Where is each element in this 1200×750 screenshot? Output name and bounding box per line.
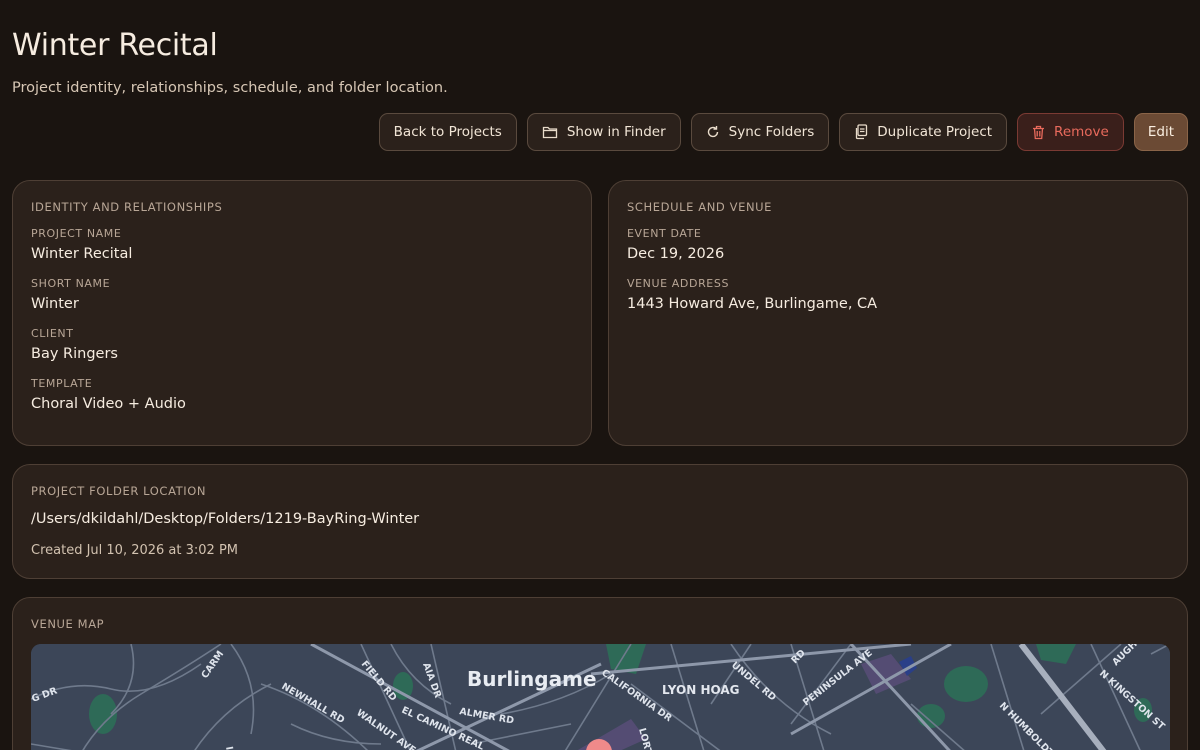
template-value: Choral Video + Audio (31, 396, 186, 412)
client-label: CLIENT (31, 327, 74, 340)
schedule-heading: SCHEDULE AND VENUE (627, 200, 773, 214)
page-title: Winter Recital (12, 28, 218, 63)
duplicate-icon (854, 124, 868, 140)
created-timestamp: Created Jul 10, 2026 at 3:02 PM (31, 543, 238, 558)
duplicate-project-button[interactable]: Duplicate Project (839, 113, 1008, 151)
event-date-label: EVENT DATE (627, 227, 702, 240)
back-to-projects-label: Back to Projects (393, 124, 502, 140)
duplicate-project-label: Duplicate Project (877, 124, 993, 140)
folder-card: PROJECT FOLDER LOCATION /Users/dkildahl/… (12, 464, 1188, 579)
template-label: TEMPLATE (31, 377, 93, 390)
edit-button[interactable]: Edit (1133, 113, 1188, 151)
folder-heading: PROJECT FOLDER LOCATION (31, 484, 207, 498)
remove-button[interactable]: Remove (1017, 113, 1124, 151)
folder-path: /Users/dkildahl/Desktop/Folders/1219-Bay… (31, 511, 420, 527)
venue-map-heading: VENUE MAP (31, 617, 105, 631)
project-detail-page: Winter Recital Project identity, relatio… (0, 0, 1200, 750)
venue-map-card: VENUE MAP CARM FIELD RD AIA DR NEWHALL R… (12, 597, 1188, 750)
action-toolbar: Back to Projects Show in Finder Sync Fol… (378, 113, 1188, 151)
client-value: Bay Ringers (31, 346, 118, 362)
venue-map[interactable]: CARM FIELD RD AIA DR NEWHALL RD WALNUT A… (31, 644, 1170, 750)
sync-folders-label: Sync Folders (728, 124, 815, 140)
show-in-finder-button[interactable]: Show in Finder (526, 113, 681, 151)
sync-folders-button[interactable]: Sync Folders (690, 113, 830, 151)
map-poi-label: LYON HOAG (662, 683, 740, 697)
identity-heading: IDENTITY AND RELATIONSHIPS (31, 200, 223, 214)
identity-card: IDENTITY AND RELATIONSHIPS PROJECT NAME … (12, 180, 592, 446)
short-name-value: Winter (31, 296, 79, 312)
schedule-card: SCHEDULE AND VENUE EVENT DATE Dec 19, 20… (608, 180, 1188, 446)
short-name-label: SHORT NAME (31, 277, 111, 290)
back-to-projects-button[interactable]: Back to Projects (378, 113, 517, 151)
map-canvas: CARM FIELD RD AIA DR NEWHALL RD WALNUT A… (31, 644, 1170, 750)
folder-icon (542, 125, 558, 139)
remove-label: Remove (1054, 124, 1109, 140)
event-date-value: Dec 19, 2026 (627, 246, 725, 262)
edit-label: Edit (1147, 124, 1174, 140)
venue-address-value: 1443 Howard Ave, Burlingame, CA (627, 296, 878, 312)
show-in-finder-label: Show in Finder (566, 124, 666, 140)
page-subtitle: Project identity, relationships, schedul… (12, 80, 448, 96)
project-name-label: PROJECT NAME (31, 227, 122, 240)
street-label-ir: IR (223, 746, 236, 750)
trash-icon (1032, 125, 1045, 140)
venue-address-label: VENUE ADDRESS (627, 277, 730, 290)
refresh-icon (706, 125, 720, 139)
map-city-label: Burlingame (467, 667, 597, 691)
project-name-value: Winter Recital (31, 246, 133, 262)
